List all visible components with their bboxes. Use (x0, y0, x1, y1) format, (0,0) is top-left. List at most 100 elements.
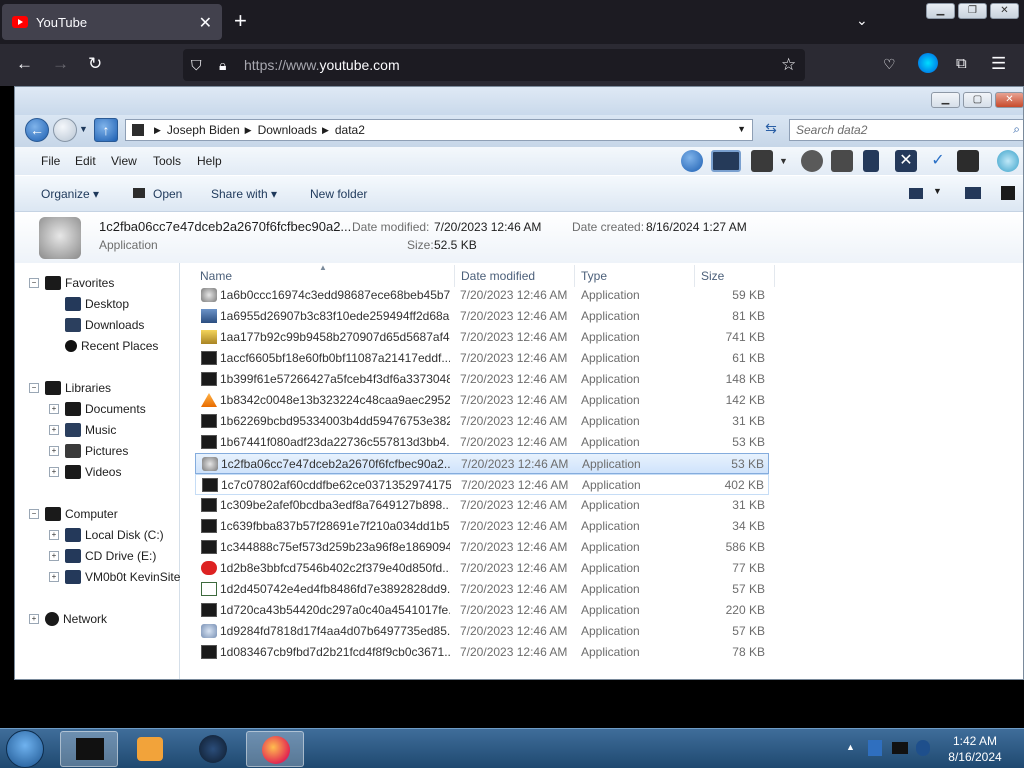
help-icon[interactable] (1001, 186, 1015, 200)
nav-local-disk[interactable]: + Local Disk (C:) (49, 525, 164, 545)
menu-tools[interactable]: Tools (153, 154, 181, 168)
restore-button[interactable]: ❐ (958, 3, 987, 19)
menu-edit[interactable]: Edit (75, 154, 96, 168)
nav-videos[interactable]: + Videos (49, 462, 121, 482)
column-header-type[interactable]: Type (581, 269, 607, 283)
account-icon[interactable] (918, 53, 938, 73)
extensions-icon[interactable]: ⧉ (956, 54, 967, 74)
nav-computer[interactable]: − Computer (29, 504, 118, 524)
forward-button[interactable] (53, 118, 77, 142)
expand-icon[interactable]: + (49, 446, 59, 456)
expand-icon[interactable]: + (49, 551, 59, 561)
file-row[interactable]: 1d083467cb9fbd7d2b21fcd4f8f9cb0c3671... 7… (195, 642, 769, 663)
menu-file[interactable]: File (41, 154, 60, 168)
nav-documents[interactable]: + Documents (49, 399, 146, 419)
column-divider[interactable] (574, 265, 575, 287)
show-hidden-icons[interactable]: ▲ (846, 742, 855, 752)
refresh-icon[interactable]: ⇆ (760, 120, 782, 140)
tray-network-icon[interactable] (868, 740, 882, 756)
file-row[interactable]: 1d9284fd7818d17f4aa4d07b6497735ed85... 7/… (195, 621, 769, 642)
nav-music[interactable]: + Music (49, 420, 116, 440)
open-button[interactable]: Open (133, 187, 182, 201)
file-row[interactable]: 1c309be2afef0bcdba3edf8a7649127b898... 7/… (195, 495, 769, 516)
document-icon[interactable] (863, 150, 879, 172)
column-header-date[interactable]: Date modified (461, 269, 535, 283)
minimize-button[interactable]: ▁ (926, 3, 955, 19)
address-dropdown-icon[interactable]: ▼ (737, 124, 746, 134)
tray-display-icon[interactable] (892, 742, 908, 754)
new-tab-button[interactable]: + (234, 10, 247, 32)
taskbar-explorer[interactable] (60, 731, 118, 767)
preview-pane-icon[interactable] (965, 187, 981, 199)
drive-icon[interactable] (957, 150, 979, 172)
menu-help[interactable]: Help (197, 154, 222, 168)
expand-icon[interactable]: + (49, 572, 59, 582)
nav-pictures[interactable]: + Pictures (49, 441, 128, 461)
taskbar-app[interactable] (184, 731, 242, 767)
camera-icon[interactable] (801, 150, 823, 172)
collapse-icon[interactable]: − (29, 509, 39, 519)
start-button[interactable] (6, 730, 44, 768)
nav-downloads[interactable]: Downloads (65, 315, 144, 335)
collapse-icon[interactable]: − (29, 383, 39, 393)
nav-network-share[interactable]: + VM0b0t KevinSite (49, 567, 180, 587)
view-dropdown-icon[interactable]: ▼ (933, 186, 942, 196)
menu-view[interactable]: View (111, 154, 137, 168)
up-folder-button[interactable]: ↑ (94, 118, 118, 142)
nav-libraries[interactable]: − Libraries (29, 378, 111, 398)
breadcrumb-item[interactable]: data2 (335, 123, 365, 137)
dropdown-icon[interactable]: ▼ (779, 150, 791, 172)
file-row[interactable]: 1d2b8e3bbfcd7546b402c2f379e40d850fd... 7/… (195, 558, 769, 579)
tray-clock[interactable]: 1:42 AM 8/16/2024 (940, 733, 1010, 765)
file-row[interactable]: 1a6955d26907b3c83f10ede259494ff2d68a... 7… (195, 306, 769, 327)
expand-icon[interactable]: + (49, 467, 59, 477)
taskbar-media-player[interactable] (122, 731, 180, 767)
file-row[interactable]: 1d2d450742e4ed4fb8486fd7e3892828dd9... 7/… (195, 579, 769, 600)
nav-network[interactable]: + Network (29, 609, 107, 629)
taskbar-firefox[interactable] (246, 731, 304, 767)
search-icon[interactable]: ⌕ (1013, 122, 1020, 137)
column-divider[interactable] (774, 265, 775, 287)
nav-desktop[interactable]: Desktop (65, 294, 129, 314)
breadcrumb-item[interactable]: Joseph Biden (167, 123, 240, 137)
forward-icon[interactable]: → (52, 54, 69, 74)
change-view-icon[interactable] (909, 188, 923, 199)
expand-icon[interactable]: + (49, 404, 59, 414)
monitor-icon[interactable] (711, 150, 741, 172)
column-divider[interactable] (454, 265, 455, 287)
file-row[interactable]: 1c344888c75ef573d259b23a96f8e1869094... 7… (195, 537, 769, 558)
nav-cd-drive[interactable]: + CD Drive (E:) (49, 546, 156, 566)
cut-icon[interactable] (751, 150, 773, 172)
collapse-icon[interactable]: − (29, 278, 39, 288)
tab-youtube[interactable]: YouTube ✕ (2, 4, 222, 40)
shield-icon[interactable]: ⛉ (191, 55, 202, 75)
globe-icon[interactable] (997, 150, 1019, 172)
expand-icon[interactable]: + (49, 530, 59, 540)
nav-recent-places[interactable]: Recent Places (65, 336, 158, 356)
new-folder-button[interactable]: New folder (310, 187, 367, 201)
expand-icon[interactable]: + (29, 614, 39, 624)
breadcrumb-item[interactable]: Downloads (258, 123, 317, 137)
list-all-tabs-button[interactable]: ⌄ (856, 12, 868, 29)
url-text[interactable]: https://www.youtube.com (244, 57, 400, 73)
file-row[interactable]: 1b8342c0048e13b323224c48caa9aec2952f... 7… (195, 390, 769, 411)
file-row[interactable]: 1aa177b92c99b9458b270907d65d5687af4... 7/… (195, 327, 769, 348)
search-input[interactable]: Search data2 ⌕ (789, 119, 1023, 141)
column-header-name[interactable]: Name (200, 269, 232, 283)
pocket-icon[interactable]: ♡ (883, 54, 896, 74)
back-button[interactable]: ← (25, 118, 49, 142)
column-divider[interactable] (694, 265, 695, 287)
bookmark-star-icon[interactable]: ☆ (781, 55, 796, 75)
recent-pages-dropdown[interactable]: ▼ (79, 124, 88, 134)
menu-icon[interactable]: ☰ (991, 54, 1006, 74)
close-tab-icon[interactable]: ✕ (199, 13, 212, 33)
column-header-size[interactable]: Size (701, 269, 724, 283)
delete-icon[interactable]: ✕ (895, 150, 917, 172)
copy-icon[interactable] (831, 150, 853, 172)
file-row[interactable]: 1b399f61e57266427a5fceb4f3df6a3373048...… (195, 369, 769, 390)
file-row[interactable]: 1c639fbba837b57f28691e7f210a034dd1b5... 7… (195, 516, 769, 537)
address-bar[interactable]: ▶ Joseph Biden ▶ Downloads ▶ data2 ▼ (125, 119, 753, 141)
up-arrow-icon[interactable] (681, 150, 703, 172)
explorer-close-button[interactable]: ✕ (995, 92, 1023, 108)
nav-favorites[interactable]: − Favorites (29, 273, 114, 293)
